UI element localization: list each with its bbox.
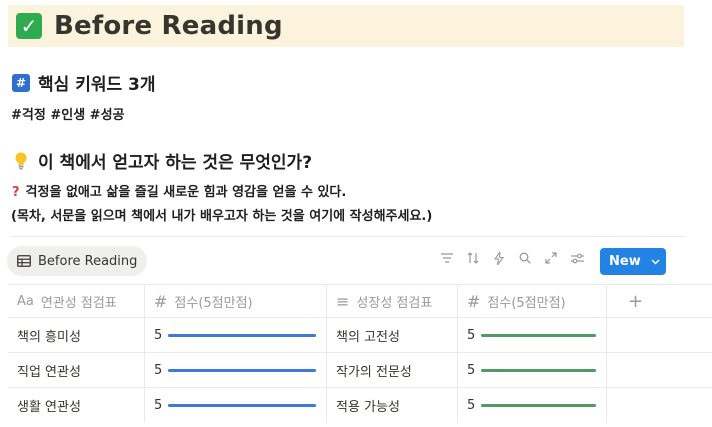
score-value: 5 [154,362,163,378]
score-value: 5 [154,397,163,413]
score-progress-fill [481,403,596,407]
lightbulb-icon [12,152,30,170]
score-cell[interactable]: 5 [145,388,327,422]
number-property-icon: # [467,291,481,311]
database-table: Aa 연관성 점검표 # 점수(5점만점) ≡ 성장성 점검표 # 점수(5점만… [8,284,712,422]
divider [12,236,684,237]
table-view-icon [17,255,31,267]
score-progress-fill [481,368,596,372]
column-header-relevance[interactable]: Aa 연관성 점검표 [8,285,145,317]
score-progress-fill [168,403,316,407]
relevance-cell[interactable]: 책의 흥미성 [8,318,145,352]
number-property-icon: # [154,291,168,311]
growth-cell[interactable]: 작가의 전문성 [327,353,458,387]
score-cell[interactable]: 5 [145,318,327,352]
page-title: Before Reading [54,11,283,41]
goal-answer-text: 걱정을 없애고 삶을 즐길 새로운 힘과 영감을 얻을 수 있다. [25,185,347,200]
column-header-score2[interactable]: # 점수(5점만점) [458,285,607,317]
table-header-row: Aa 연관성 점검표 # 점수(5점만점) ≡ 성장성 점검표 # 점수(5점만… [8,284,712,317]
score-progress-bar [168,333,316,337]
column-header-label: 성장성 점검표 [356,295,433,311]
chevron-down-icon[interactable] [651,254,660,269]
score-value: 5 [467,327,476,343]
filter-icon[interactable] [440,251,454,265]
expand-icon[interactable] [544,251,558,265]
score-value: 5 [467,362,476,378]
sort-icon[interactable] [466,251,480,265]
plus-icon[interactable]: + [616,291,643,312]
text-property-icon: ≡ [336,291,350,311]
empty-cell [607,353,712,387]
add-property-cell: + [607,285,712,317]
relevance-cell[interactable]: 직업 연관성 [8,353,145,387]
score-progress-bar [481,368,596,372]
table-row[interactable]: 책의 흥미성 5 책의 고전성 5 [8,317,712,352]
title-property-icon: Aa [17,293,34,309]
keywords-heading-text: 핵심 키워드 3개 [38,75,156,95]
column-header-label: 점수(5점만점) [487,295,566,311]
question-mark-icon: ? [12,185,20,200]
table-row[interactable]: 생활 연관성 5 적용 가능성 5 [8,387,712,422]
empty-cell [607,388,712,422]
score-progress-bar [168,403,316,407]
column-header-label: 점수(5점만점) [174,295,253,311]
score-progress-bar [481,403,596,407]
keywords-text: #걱정 #인생 #성공 [11,108,125,123]
score-cell[interactable]: 5 [458,388,607,422]
view-tab-label: Before Reading [38,253,138,269]
relevance-cell[interactable]: 생활 연관성 [8,388,145,422]
search-icon[interactable] [518,251,532,265]
growth-cell[interactable]: 적용 가능성 [327,388,458,422]
goal-note: (목차, 서문을 읽으며 책에서 내가 배우고자 하는 것을 여기에 작성해주세… [11,209,433,224]
column-header-score1[interactable]: # 점수(5점만점) [145,285,327,317]
table-row[interactable]: 직업 연관성 5 작가의 전문성 5 [8,352,712,387]
check-icon: ✓ [16,13,42,39]
new-button-label: New [609,254,641,269]
hash-icon: # [12,73,30,92]
automation-icon[interactable] [492,251,506,265]
empty-cell [607,318,712,352]
database-view-tab[interactable]: Before Reading [7,246,148,276]
growth-cell[interactable]: 책의 고전성 [327,318,458,352]
page-title-callout: ✓ Before Reading [8,5,684,47]
goal-heading: 이 책에서 얻고자 하는 것은 무엇인가? [12,148,312,173]
column-header-growth[interactable]: ≡ 성장성 점검표 [327,285,458,317]
score-value: 5 [467,397,476,413]
score-progress-bar [168,368,316,372]
goal-answer: ? 걱정을 없애고 삶을 즐길 새로운 힘과 영감을 얻을 수 있다. [12,181,346,200]
score-progress-fill [168,368,316,372]
column-header-label: 연관성 점검표 [40,295,117,311]
goal-heading-text: 이 책에서 얻고자 하는 것은 무엇인가? [38,153,313,173]
settings-sliders-icon[interactable] [570,251,584,265]
keywords-heading: # 핵심 키워드 3개 [12,70,156,95]
score-cell[interactable]: 5 [458,353,607,387]
new-button[interactable]: New [600,248,666,275]
score-value: 5 [154,327,163,343]
score-cell[interactable]: 5 [145,353,327,387]
score-progress-fill [481,333,596,337]
score-progress-fill [168,333,316,337]
score-cell[interactable]: 5 [458,318,607,352]
database-toolbar [440,251,584,265]
score-progress-bar [481,333,596,337]
